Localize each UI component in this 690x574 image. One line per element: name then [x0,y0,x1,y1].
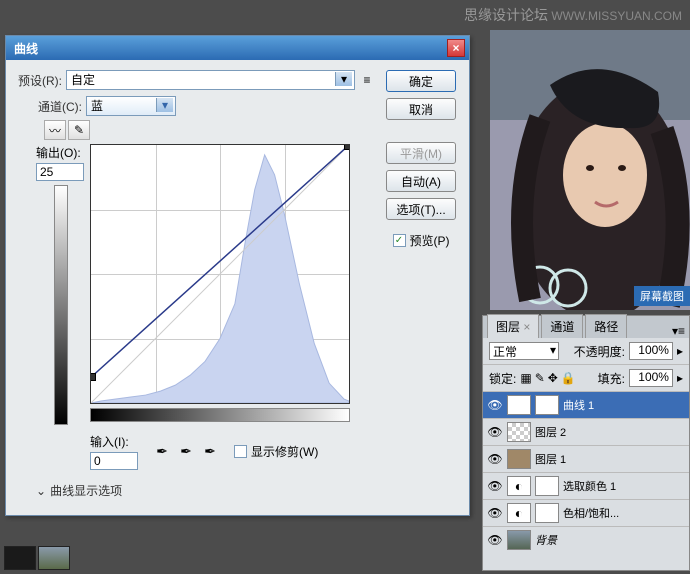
smooth-button[interactable]: 平滑(M) [386,142,456,164]
curves-dialog: 曲线 × 预设(R): 自定 ≡ 通道(C): 蓝 〰 ✎ 输出(O): [5,35,470,516]
lock-all-icon[interactable]: 🔒 [561,371,576,385]
dialog-titlebar[interactable]: 曲线 × [6,36,469,60]
chevron-icon: ⌄ [36,484,46,498]
cancel-button[interactable]: 取消 [386,98,456,120]
tab-paths[interactable]: 路径 [585,314,627,338]
tab-layers[interactable]: 图层 × [487,314,539,338]
curve-line [91,145,349,403]
channel-label: 通道(C): [38,98,82,115]
preset-label: 预设(R): [18,72,62,89]
channel-select[interactable]: 蓝 [86,96,176,116]
visibility-icon[interactable]: 👁 [487,398,503,412]
layer-item[interactable]: 👁 ◐ 色相/饱和... [483,500,689,527]
panel-menu-icon[interactable]: ▾≡ [672,324,685,338]
layer-item[interactable]: 👁 ◐ 选取颜色 1 [483,473,689,500]
show-clipping-label: 显示修剪(W) [251,443,318,460]
ok-button[interactable]: 确定 [386,70,456,92]
adjustment-thumb-icon: ◐ [507,476,531,496]
input-input[interactable] [90,452,138,470]
adjustment-thumb-icon: ◐ [507,395,531,415]
input-gradient [90,408,350,422]
curve-anchor-highlight[interactable] [344,144,350,150]
preset-menu-icon[interactable]: ≡ [359,72,375,88]
output-input[interactable] [36,163,84,181]
fill-arrow-icon[interactable]: ▸ [677,371,683,385]
layer-item[interactable]: 👁 背景 [483,527,689,552]
lock-position-icon[interactable]: ✥ [548,371,558,385]
preview-label: 预览(P) [410,232,450,249]
visibility-icon[interactable]: 👁 [487,506,503,520]
close-icon: × [452,41,459,55]
layers-panel: 图层 × 通道 路径 ▾≡ 正常 不透明度: 100% ▸ 锁定: ▦ ✎ ✥ … [482,315,690,571]
layer-thumb-icon [507,422,531,442]
adjustment-thumb-icon: ◐ [507,503,531,523]
visibility-icon[interactable]: 👁 [487,479,503,493]
mask-thumb-icon [535,395,559,415]
opacity-input[interactable]: 100% [629,342,673,360]
curve-anchor-shadow[interactable] [90,373,96,381]
show-clipping-checkbox[interactable] [234,445,247,458]
white-eyedropper-icon[interactable]: ✒ [200,442,220,462]
swatch-2[interactable] [38,546,70,570]
opacity-arrow-icon[interactable]: ▸ [677,344,683,358]
fill-label: 填充: [598,370,625,387]
display-options-toggle[interactable]: ⌄ 曲线显示选项 [36,482,375,499]
dialog-title: 曲线 [10,40,447,57]
close-button[interactable]: × [447,39,465,57]
black-eyedropper-icon[interactable]: ✒ [152,442,172,462]
visibility-icon[interactable]: 👁 [487,425,503,439]
pencil-tool-icon[interactable]: ✎ [68,120,90,140]
swatch-1[interactable] [4,546,36,570]
mask-thumb-icon [535,503,559,523]
fill-input[interactable]: 100% [629,369,673,387]
layer-thumb-icon [507,530,531,550]
layer-item[interactable]: 👁 图层 2 [483,419,689,446]
blend-mode-select[interactable]: 正常 [489,342,559,360]
layer-thumb-icon [507,449,531,469]
lock-transparency-icon[interactable]: ▦ [520,371,531,385]
photo-illustration [490,30,690,310]
screenshot-badge: 屏幕截图 [634,286,690,306]
watermark: 思缘设计论坛 WWW.MISSYUAN.COM [464,5,682,25]
visibility-icon[interactable]: 👁 [487,533,503,547]
layer-item[interactable]: 👁 ◐ 曲线 1 [483,392,689,419]
visibility-icon[interactable]: 👁 [487,452,503,466]
layer-list: 👁 ◐ 曲线 1 👁 图层 2 👁 图层 1 👁 ◐ 选取颜色 1 👁 ◐ 色相… [483,392,689,552]
input-label: 输入(I): [90,433,138,450]
output-gradient [54,185,68,425]
output-label: 输出(O): [36,144,86,161]
gray-eyedropper-icon[interactable]: ✒ [176,442,196,462]
lock-label: 锁定: [489,370,516,387]
opacity-label: 不透明度: [574,343,625,360]
lock-pixels-icon[interactable]: ✎ [535,371,545,385]
options-button[interactable]: 选项(T)... [386,198,456,220]
tab-channels[interactable]: 通道 [541,314,583,338]
bottom-swatches [4,546,70,570]
document-preview: 屏幕截图 [490,30,690,310]
mask-thumb-icon [535,476,559,496]
preview-checkbox[interactable]: ✓ [393,234,406,247]
auto-button[interactable]: 自动(A) [386,170,456,192]
layer-item[interactable]: 👁 图层 1 [483,446,689,473]
curve-point-tool-icon[interactable]: 〰 [44,120,66,140]
preset-select[interactable]: 自定 [66,70,355,90]
curves-graph[interactable] [90,144,350,404]
